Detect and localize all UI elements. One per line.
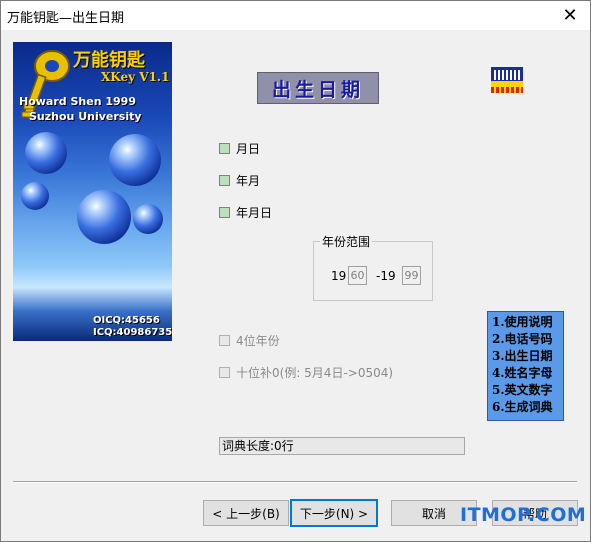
year-to-input[interactable]: 99 xyxy=(402,266,421,285)
option-year-month-day[interactable]: 年月日 xyxy=(219,204,272,221)
menu-item-english[interactable]: 5.英文数字 xyxy=(492,383,553,398)
checkbox[interactable] xyxy=(219,367,230,378)
splash-brand: 万能钥匙 xyxy=(73,50,145,71)
wizard-window: 万能钥匙—出生日期 ✕ 万能钥匙 XKey V1.1 Howard Shen 1… xyxy=(0,0,591,542)
option-four-digit-year[interactable]: 4位年份 xyxy=(219,332,280,349)
year-from-input[interactable]: 60 xyxy=(348,266,367,285)
checkbox[interactable] xyxy=(219,207,230,218)
window-title: 万能钥匙—出生日期 xyxy=(7,11,125,26)
option-label: 十位补0(例: 5月4日->0504) xyxy=(236,366,394,380)
menu-item-birthday[interactable]: 3.出生日期 xyxy=(492,349,553,364)
option-label: 年月 xyxy=(236,174,261,188)
year-range-group: 年份范围 19 60 -19 99 xyxy=(313,233,433,301)
splash-author-line2: Suzhou University xyxy=(29,110,142,123)
app-logo-icon xyxy=(491,67,523,93)
menu-item-phone[interactable]: 2.电话号码 xyxy=(492,332,553,347)
option-label: 月日 xyxy=(236,142,261,156)
splash-contact: OICQ:45656 ICQ:40986735 xyxy=(93,315,172,339)
page-title: 出生日期 xyxy=(271,78,364,101)
menu-item-name[interactable]: 4.姓名字母 xyxy=(492,366,553,381)
dictionary-length-status: 词典长度:0行 xyxy=(219,437,465,455)
page-banner: 出生日期 xyxy=(257,72,379,104)
option-year-month[interactable]: 年月 xyxy=(219,172,260,189)
sphere-decoration xyxy=(25,132,67,174)
year-to-prefix: -19 xyxy=(376,269,396,283)
splash-image: 万能钥匙 XKey V1.1 Howard Shen 1999 Suzhou U… xyxy=(13,42,172,341)
footer-divider xyxy=(13,481,577,483)
splash-oicq: OICQ:45656 xyxy=(93,315,160,326)
sphere-decoration xyxy=(133,204,163,234)
splash-author-line1: Howard Shen 1999 xyxy=(19,95,136,108)
step-menu: 1.使用说明 2.电话号码 3.出生日期 4.姓名字母 5.英文数字 6.生成词… xyxy=(487,311,564,421)
menu-item-usage[interactable]: 1.使用说明 xyxy=(492,315,553,330)
next-button[interactable]: 下一步(N) > xyxy=(290,499,378,527)
checkbox[interactable] xyxy=(219,175,230,186)
option-zero-pad[interactable]: 十位补0(例: 5月4日->0504) xyxy=(219,364,393,381)
option-month-day[interactable]: 月日 xyxy=(219,140,260,157)
year-range-title: 年份范围 xyxy=(320,233,373,250)
year-from-prefix: 19 xyxy=(331,269,347,283)
watermark: ITMOP.COM xyxy=(460,504,587,526)
splash-version: XKey V1.1 xyxy=(101,70,170,84)
close-icon[interactable]: ✕ xyxy=(550,1,590,30)
sphere-decoration xyxy=(77,190,131,244)
option-label: 年月日 xyxy=(236,206,273,220)
splash-icq: ICQ:40986735 xyxy=(93,327,172,338)
splash-author: Howard Shen 1999 Suzhou University xyxy=(19,94,142,124)
menu-item-generate[interactable]: 6.生成词典 xyxy=(492,400,553,415)
sphere-decoration xyxy=(109,134,161,186)
checkbox[interactable] xyxy=(219,335,230,346)
sphere-decoration xyxy=(21,182,49,210)
option-label: 4位年份 xyxy=(236,334,280,348)
checkbox[interactable] xyxy=(219,143,230,154)
title-bar: 万能钥匙—出生日期 ✕ xyxy=(1,1,590,30)
back-button[interactable]: < 上一步(B) xyxy=(203,500,289,526)
